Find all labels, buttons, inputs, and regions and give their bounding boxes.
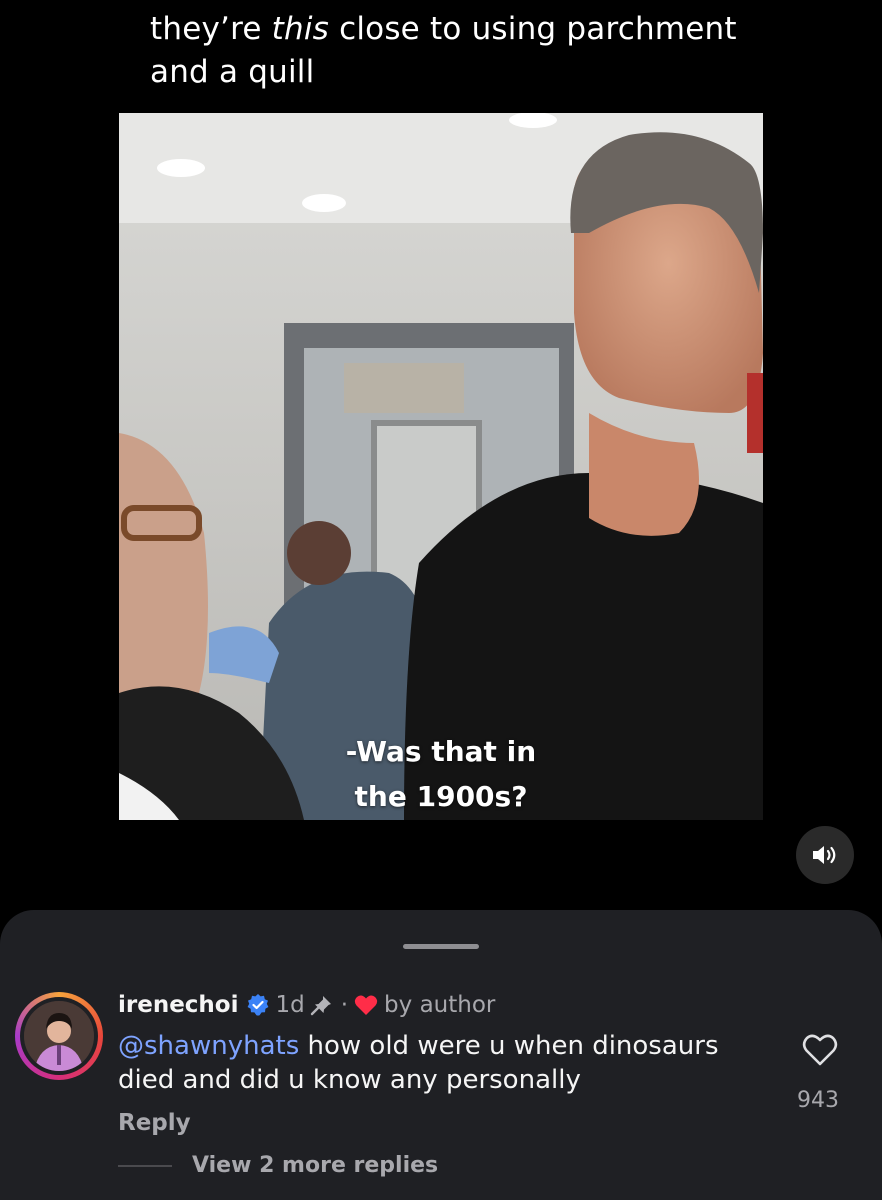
view-more-replies-button[interactable]: View 2 more replies (118, 1153, 438, 1178)
heart-outline-icon[interactable] (800, 1030, 840, 1070)
meta-separator: · (340, 992, 349, 1018)
avatar[interactable] (15, 992, 103, 1080)
comment-time: 1d (275, 992, 305, 1018)
video-frame (119, 113, 763, 820)
reply-button[interactable]: Reply (118, 1110, 191, 1136)
replies-divider-line (118, 1164, 172, 1167)
comment-mention[interactable]: @shawnyhats (118, 1031, 299, 1061)
speaker-wave-icon (813, 846, 836, 864)
comments-sheet: irenechoi 1d · by author @shawnyhats how… (0, 910, 882, 1200)
subtitle-line-1: -Was that in (345, 735, 537, 768)
sound-toggle-button[interactable] (796, 826, 854, 884)
view-more-replies-label: View 2 more replies (192, 1153, 439, 1178)
caption-before: they’re (150, 11, 272, 47)
like-count: 943 (797, 1088, 839, 1113)
video-caption: they’re this close to using parchment an… (150, 8, 790, 94)
sheet-drag-handle[interactable] (403, 944, 479, 949)
pin-icon (310, 996, 331, 1016)
verified-badge-icon (247, 994, 268, 1016)
subtitle-line-2: the 1900s? (354, 780, 528, 813)
comment-username[interactable]: irenechoi (118, 990, 239, 1020)
comment-text: @shawnyhats how old were u when dinosaur… (118, 1029, 778, 1097)
video-player[interactable]: -Was that in the 1900s? (119, 113, 763, 820)
avatar-photo (24, 1001, 94, 1071)
video-subtitle: -Was that in the 1900s? (119, 729, 763, 819)
caption-emphasis: this (271, 11, 330, 47)
liked-by-author-label: by author (384, 992, 496, 1018)
comment-meta: irenechoi 1d · by author (118, 990, 495, 1020)
red-heart-icon (354, 995, 378, 1015)
